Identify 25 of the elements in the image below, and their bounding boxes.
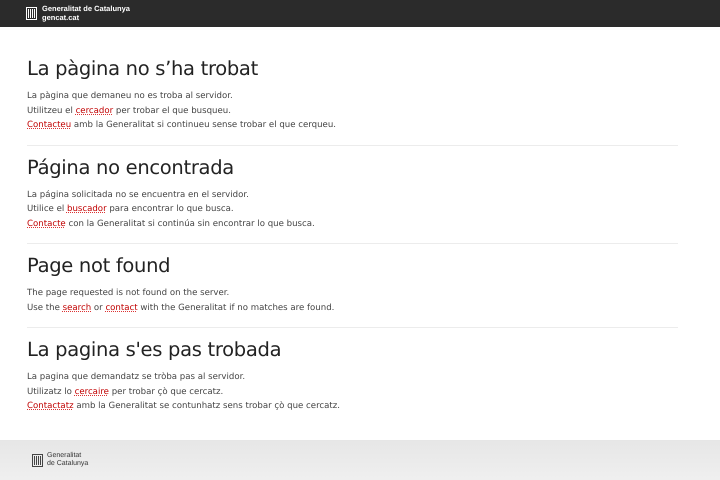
message-line: The page requested is not found on the server. bbox=[27, 287, 230, 300]
message-line: Use the search or contact with the Generalitat if no matches are found. bbox=[27, 302, 336, 314]
section-title: Página no encontrada bbox=[27, 156, 235, 178]
section-title: La pàgina no s’ha trobat bbox=[27, 57, 259, 80]
logo-icon bbox=[32, 454, 43, 466]
link[interactable]: cercador bbox=[76, 106, 114, 116]
link[interactable]: Contacte bbox=[27, 218, 66, 228]
link[interactable]: Contactatz bbox=[27, 401, 74, 411]
message-line: Contacte con la Generalitat si continúa sin encontrar lo que busca. bbox=[27, 218, 316, 230]
message-line: Contactatz amb la Generalitat se contunhatz sens trobar çò que cercatz. bbox=[27, 400, 342, 413]
link[interactable]: Contacteu bbox=[27, 120, 72, 130]
message-line: Contacteu amb la Generalitat si continueu sense trobar el que cerqueu. bbox=[27, 119, 338, 132]
message-line: La pàgina que demaneu no es troba al servidor. bbox=[27, 90, 234, 103]
message-line: Utilitzeu el cercador per trobar el que busqueu. bbox=[27, 104, 232, 118]
logo-icon bbox=[26, 7, 37, 20]
section-title: Page not found bbox=[27, 254, 172, 277]
link[interactable]: contact bbox=[105, 302, 138, 312]
section-title: La pagina s'es pas trobada bbox=[27, 338, 282, 361]
link[interactable]: cercaire bbox=[74, 386, 109, 396]
link[interactable]: buscador bbox=[66, 204, 107, 214]
message-line: La página solicitada no se encuentra en el servidor. bbox=[27, 188, 250, 202]
message-line: Utilice el buscador para encontrar lo que busca. bbox=[27, 203, 235, 216]
message-line: Utilizatz lo cercaire per trobar çò que cercatz. bbox=[27, 386, 224, 398]
link[interactable]: search bbox=[62, 302, 92, 312]
message-line: La pagina que demandatz se tròba pas al servidor. bbox=[27, 371, 246, 384]
